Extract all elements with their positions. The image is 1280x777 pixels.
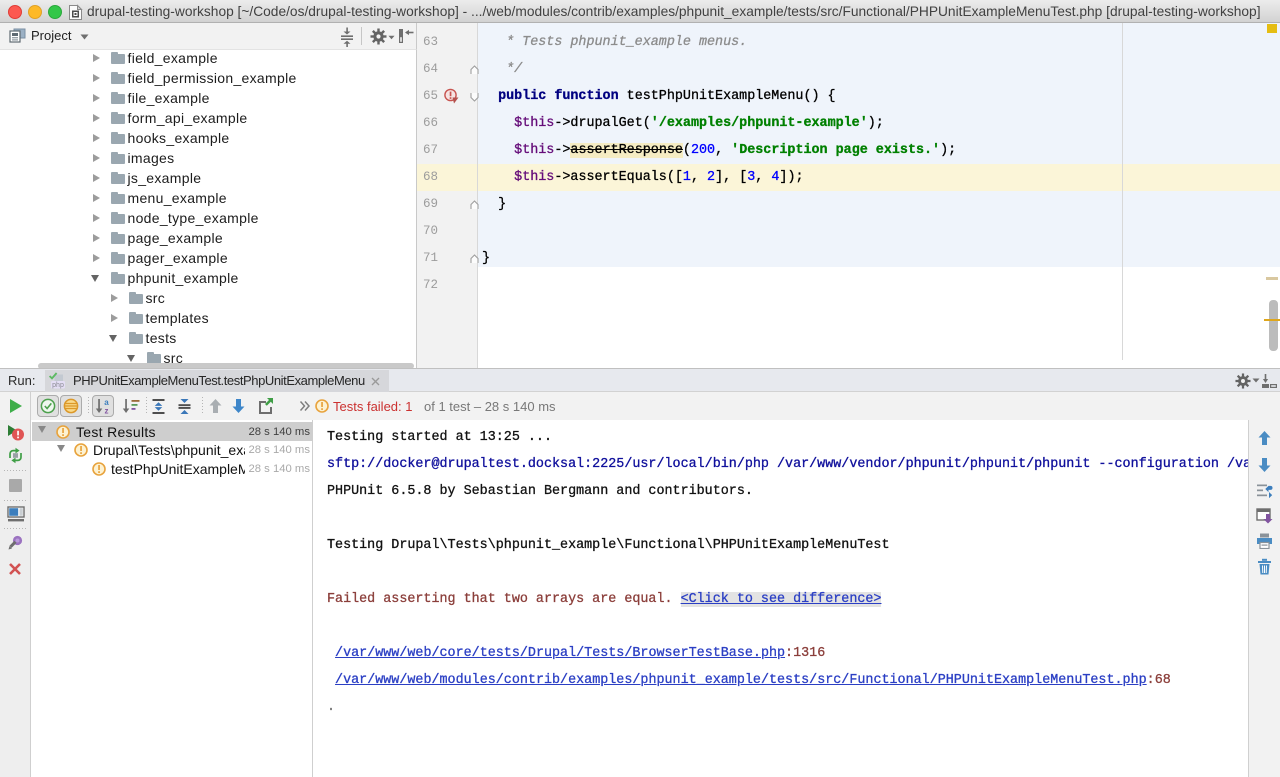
svg-text:z: z [105,407,109,415]
svg-text:php: php [52,382,64,389]
